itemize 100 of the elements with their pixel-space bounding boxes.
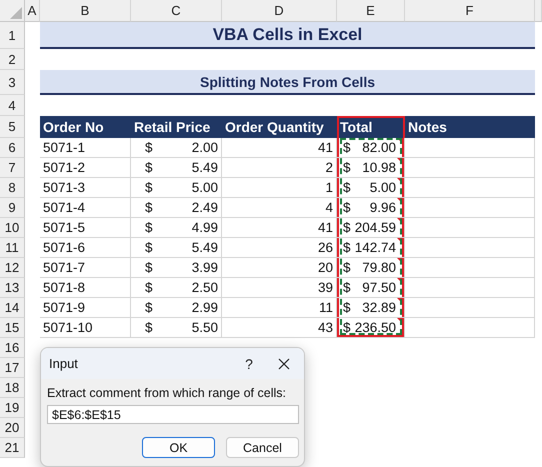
row-header[interactable]: 2	[0, 49, 25, 70]
row-header[interactable]: 8	[0, 178, 25, 198]
column-header[interactable]	[535, 0, 542, 22]
table-cell: 236.50	[354, 320, 396, 335]
table-cell: 5071-5	[40, 218, 131, 238]
row-header[interactable]: 17	[0, 358, 25, 378]
table-cell: 5071-6	[40, 238, 131, 258]
column-header[interactable]: E	[337, 0, 405, 22]
table-cell: 5071-1	[40, 138, 131, 158]
close-icon[interactable]	[278, 358, 290, 370]
currency-symbol: $	[145, 240, 153, 255]
help-button[interactable]: ?	[238, 356, 260, 372]
row-header[interactable]: 21	[0, 438, 25, 458]
table-cell: 5071-8	[40, 278, 131, 298]
currency-symbol: $	[343, 300, 351, 315]
column-header[interactable]: C	[131, 0, 222, 22]
row-header[interactable]: 6	[0, 138, 25, 158]
table-cell: 3.99	[192, 260, 218, 275]
table-cell: 10.98	[362, 160, 396, 175]
currency-symbol: $	[145, 260, 153, 275]
table-cell: 2.00	[192, 140, 218, 155]
table-cell: 11	[222, 298, 337, 318]
currency-symbol: $	[343, 140, 351, 155]
table-cell: 5.50	[192, 320, 218, 335]
table-cell: 5071-3	[40, 178, 131, 198]
column-header[interactable]: D	[222, 0, 337, 22]
table-cell: 43	[222, 318, 337, 338]
table-cell: 82.00	[362, 140, 396, 155]
table-cell: 142.74	[354, 240, 396, 255]
currency-symbol: $	[145, 140, 153, 155]
row-header[interactable]: 16	[0, 338, 25, 358]
currency-symbol: $	[145, 220, 153, 235]
row-header[interactable]: 18	[0, 378, 25, 398]
row-header[interactable]: 11	[0, 238, 25, 258]
table-cell: 2	[222, 158, 337, 178]
currency-symbol: $	[145, 200, 153, 215]
currency-symbol: $	[343, 200, 351, 215]
dialog-title: Input	[49, 356, 79, 371]
table-cell: 41	[222, 218, 337, 238]
table-cell: 5071-2	[40, 158, 131, 178]
row-header[interactable]: 20	[0, 418, 25, 438]
dialog-button[interactable]: Cancel	[226, 437, 299, 458]
table-cell: 2.50	[192, 280, 218, 295]
table-cell: 5071-9	[40, 298, 131, 318]
table-cell: 5071-10	[40, 318, 131, 338]
currency-symbol: $	[343, 180, 351, 195]
row-header[interactable]: 13	[0, 278, 25, 298]
row-header[interactable]: 14	[0, 298, 25, 318]
table-header: Notes	[405, 116, 535, 138]
table-cell: 4.99	[192, 220, 218, 235]
row-header[interactable]: 19	[0, 398, 25, 418]
table-cell: 5.49	[192, 160, 218, 175]
table-cell: 5071-7	[40, 258, 131, 278]
row-header[interactable]: 1	[0, 22, 25, 49]
table-cell: 41	[222, 138, 337, 158]
table-header: Retail Price	[131, 116, 222, 138]
sheet-subtitle: Splitting Notes From Cells	[40, 70, 535, 95]
column-header[interactable]: A	[25, 0, 40, 22]
table-cell: 4	[222, 198, 337, 218]
row-header[interactable]: 5	[0, 116, 25, 138]
table-cell: 20	[222, 258, 337, 278]
table-header: Order No	[40, 116, 131, 138]
table-cell: 26	[222, 238, 337, 258]
column-header[interactable]: B	[40, 0, 131, 22]
row-header[interactable]: 4	[0, 95, 25, 116]
currency-symbol: $	[343, 320, 351, 335]
table-cell: 204.59	[354, 220, 396, 235]
table-cell: 5.49	[192, 240, 218, 255]
table-cell: 9.96	[370, 200, 396, 215]
currency-symbol: $	[145, 180, 153, 195]
table-cell: 5.00	[192, 180, 218, 195]
table-cell: 32.89	[362, 300, 396, 315]
table-cell: 5071-4	[40, 198, 131, 218]
table-header: Total	[337, 116, 405, 138]
currency-symbol: $	[343, 280, 351, 295]
table-header: Order Quantity	[222, 116, 337, 138]
currency-symbol: $	[145, 320, 153, 335]
currency-symbol: $	[343, 260, 351, 275]
table-cell: 97.50	[362, 280, 396, 295]
row-header[interactable]: 7	[0, 158, 25, 178]
row-header[interactable]: 12	[0, 258, 25, 278]
table-cell: 1	[222, 178, 337, 198]
table-cell: 79.80	[362, 260, 396, 275]
dialog-button[interactable]: OK	[142, 437, 215, 458]
currency-symbol: $	[145, 160, 153, 175]
currency-symbol: $	[343, 160, 351, 175]
sheet-title: VBA Cells in Excel	[40, 22, 535, 49]
table-cell: 2.99	[192, 300, 218, 315]
row-header[interactable]: 10	[0, 218, 25, 238]
row-header[interactable]: 3	[0, 70, 25, 95]
currency-symbol: $	[145, 280, 153, 295]
currency-symbol: $	[343, 240, 351, 255]
input-field[interactable]: $E$6:$E$15	[47, 405, 299, 424]
row-header[interactable]: 15	[0, 318, 25, 338]
row-header[interactable]: 9	[0, 198, 25, 218]
column-header[interactable]: F	[405, 0, 535, 22]
select-all-icon[interactable]	[10, 7, 22, 19]
table-cell: 5.00	[370, 180, 396, 195]
currency-symbol: $	[343, 220, 351, 235]
prompt-label: Extract comment from which range of cells:	[47, 386, 287, 400]
